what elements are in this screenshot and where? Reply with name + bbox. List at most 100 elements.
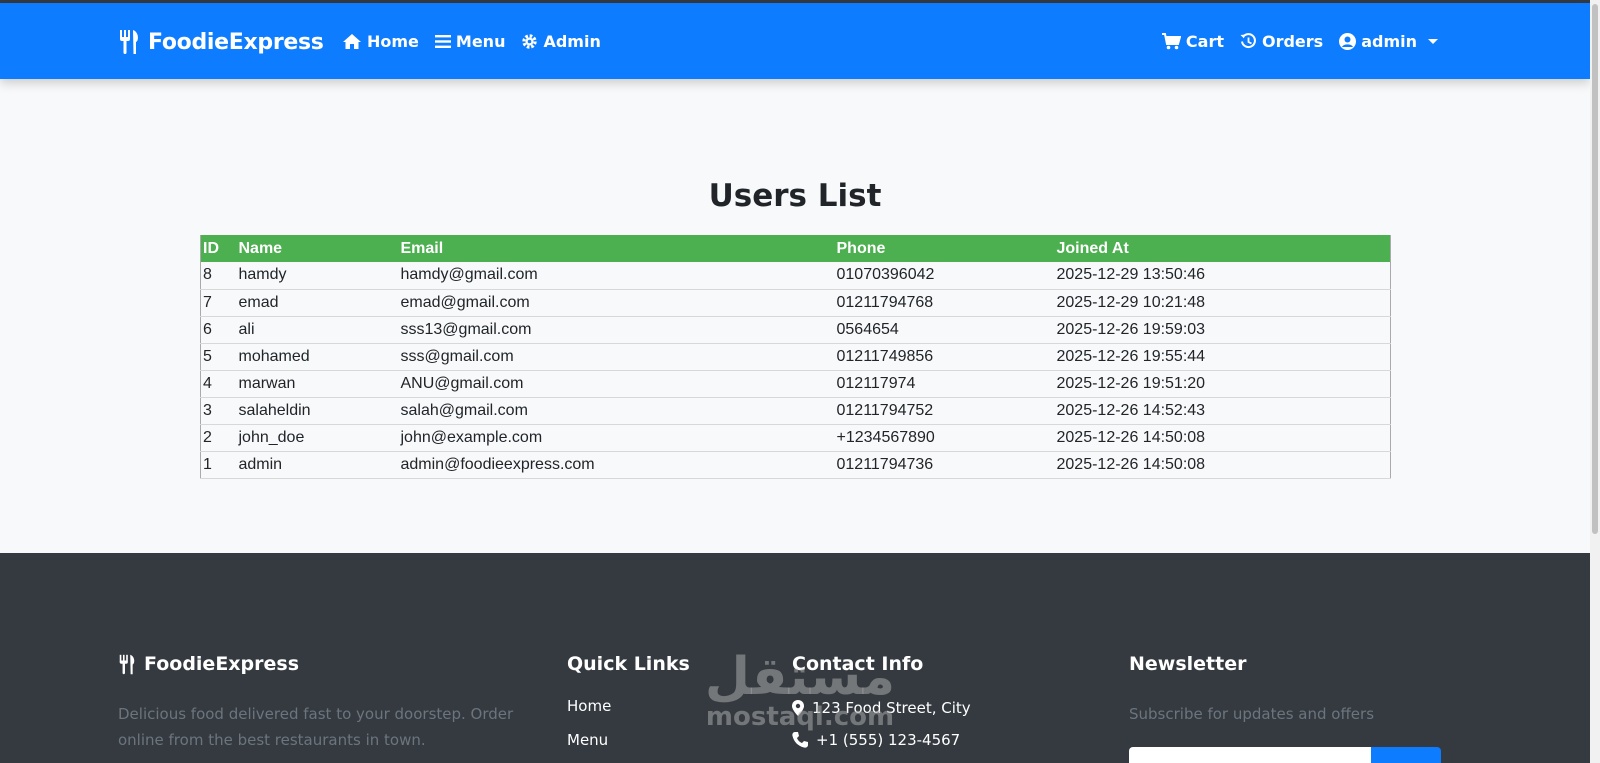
watermark-latin: mostaql.com — [705, 702, 895, 732]
table-row: 8 hamdy hamdy@gmail.com 01070396042 2025-12-… — [200, 262, 1391, 290]
cell-phone: 01211794752 — [834, 397, 1055, 425]
brand-link[interactable]: FoodieExpress — [118, 29, 324, 55]
user-circle-icon — [1339, 33, 1357, 50]
table-row: 1 admin admin@foodieexpress.com 01211794736… — [200, 451, 1391, 479]
footer-newsletter: Newsletter Subscribe for updates and off… — [1129, 653, 1449, 727]
nav-cart[interactable]: Cart — [1161, 32, 1224, 51]
cell-phone: 01211749856 — [834, 343, 1055, 371]
cell-email: ANU@gmail.com — [398, 370, 835, 398]
utensils-icon — [120, 30, 138, 54]
cell-email: sss@gmail.com — [398, 343, 835, 371]
phone-icon — [792, 732, 808, 748]
cell-joined-at: 2025-12-26 19:55:44 — [1054, 343, 1391, 371]
utensils-icon — [119, 654, 135, 674]
nav-admin[interactable]: Admin — [521, 32, 601, 51]
footer-newsletter-text: Subscribe for updates and offers — [1129, 705, 1375, 723]
cell-email: salah@gmail.com — [398, 397, 835, 425]
cell-joined-at: 2025-12-29 13:50:46 — [1054, 262, 1391, 290]
cell-id: 2 — [200, 424, 237, 452]
cell-phone: 012117974 — [834, 370, 1055, 398]
nav-user-label: admin — [1361, 32, 1417, 51]
cell-id: 6 — [200, 316, 237, 344]
nav-cart-label: Cart — [1185, 32, 1224, 51]
cell-joined-at: 2025-12-26 14:52:43 — [1054, 397, 1391, 425]
cell-joined-at: 2025-12-29 10:21:48 — [1054, 289, 1391, 317]
cell-id: 4 — [200, 370, 237, 398]
cell-name: marwan — [236, 370, 399, 398]
cell-name: ali — [236, 316, 399, 344]
nav-right: Cart Orders admin — [1161, 32, 1438, 51]
cell-phone: 0564654 — [834, 316, 1055, 344]
nav-menu[interactable]: Menu — [434, 32, 506, 51]
cell-joined-at: 2025-12-26 14:50:08 — [1054, 451, 1391, 479]
cell-email: hamdy@gmail.com — [398, 262, 835, 290]
nav-orders[interactable]: Orders — [1240, 32, 1323, 51]
cell-email: john@example.com — [398, 424, 835, 452]
cell-email: emad@gmail.com — [398, 289, 835, 317]
scrollbar-thumb[interactable] — [1592, 4, 1598, 534]
footer-brand-name: FoodieExpress — [144, 653, 300, 675]
column-header-joined-at: Joined At — [1054, 235, 1391, 262]
chevron-down-icon — [1428, 39, 1438, 44]
table-row: 3 salaheldin salah@gmail.com 01211794752 202… — [200, 397, 1391, 425]
footer-link-menu[interactable]: Menu — [567, 731, 767, 749]
nav-admin-label: Admin — [543, 32, 601, 51]
cell-phone: 01211794768 — [834, 289, 1055, 317]
footer-about-text: Delicious food delivered fast to your do… — [118, 705, 514, 749]
bars-icon — [434, 35, 451, 48]
watermark-arabic: مستقل — [704, 647, 896, 707]
column-header-phone: Phone — [834, 235, 1055, 262]
cell-phone: 01211794736 — [834, 451, 1055, 479]
column-header-name: Name — [236, 235, 399, 262]
nav-home[interactable]: Home — [342, 32, 419, 51]
column-header-id: ID — [200, 235, 237, 262]
nav-user-dropdown[interactable]: admin — [1339, 32, 1438, 51]
cell-name: salaheldin — [236, 397, 399, 425]
table-row: 7 emad emad@gmail.com 01211794768 2025-12-29… — [200, 289, 1391, 317]
cell-email: admin@foodieexpress.com — [398, 451, 835, 479]
nav-links: Home Menu Admin — [342, 32, 601, 51]
cell-id: 8 — [200, 262, 237, 290]
table-row: 4 marwan ANU@gmail.com 012117974 2025-12-26 … — [200, 370, 1391, 398]
footer-brand: FoodieExpress — [118, 653, 518, 675]
table-body: 8 hamdy hamdy@gmail.com 01070396042 2025-12-… — [200, 262, 1391, 479]
cell-id: 3 — [200, 397, 237, 425]
cell-email: sss13@gmail.com — [398, 316, 835, 344]
page-title: Users List — [708, 178, 882, 214]
navbar: FoodieExpress Home Menu Admin Cart Order… — [0, 3, 1590, 79]
brand-name: FoodieExpress — [148, 29, 324, 55]
cell-name: admin — [236, 451, 399, 479]
table-row: 5 mohamed sss@gmail.com 01211749856 2025-12-… — [200, 343, 1391, 371]
column-header-email: Email — [398, 235, 835, 262]
table-row: 6 ali sss13@gmail.com 0564654 2025-12-26 19:… — [200, 316, 1391, 344]
cart-icon — [1161, 33, 1181, 50]
footer-about: FoodieExpress Delicious food delivered f… — [118, 653, 518, 753]
cell-name: john_doe — [236, 424, 399, 452]
table-header-row: ID Name Email Phone Joined At — [200, 235, 1391, 262]
cell-phone: +1234567890 — [834, 424, 1055, 452]
nav-menu-label: Menu — [455, 32, 506, 51]
table-row: 2 john_doe john@example.com +1234567890 2025… — [200, 424, 1391, 452]
cell-id: 7 — [200, 289, 237, 317]
cell-phone: 01070396042 — [834, 262, 1055, 290]
cell-joined-at: 2025-12-26 14:50:08 — [1054, 424, 1391, 452]
cell-joined-at: 2025-12-26 19:59:03 — [1054, 316, 1391, 344]
page-scrollbar[interactable] — [1590, 0, 1600, 763]
history-icon — [1240, 33, 1256, 49]
home-icon — [343, 34, 361, 49]
cell-joined-at: 2025-12-26 19:51:20 — [1054, 370, 1391, 398]
footer-phone-text: +1 (555) 123-4567 — [816, 731, 961, 749]
cell-name: hamdy — [236, 262, 399, 290]
gear-icon — [522, 34, 538, 49]
newsletter-email-input[interactable] — [1129, 747, 1379, 763]
cell-id: 1 — [200, 451, 237, 479]
watermark: مستقل mostaql.com — [700, 650, 900, 730]
cell-name: emad — [236, 289, 399, 317]
cell-id: 5 — [200, 343, 237, 371]
nav-home-label: Home — [367, 32, 419, 51]
footer-newsletter-title: Newsletter — [1129, 653, 1247, 675]
footer-phone: +1 (555) 123-4567 — [792, 731, 1092, 749]
cell-name: mohamed — [236, 343, 399, 371]
nav-orders-label: Orders — [1261, 32, 1324, 51]
newsletter-subscribe-button[interactable] — [1371, 747, 1441, 763]
